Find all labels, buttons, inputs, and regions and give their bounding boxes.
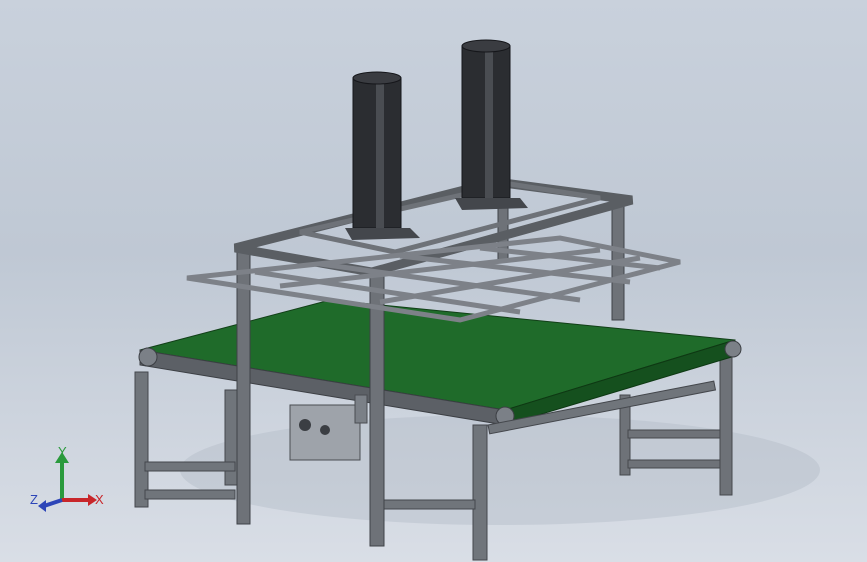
conveyor-press-assembly[interactable]: Y X Z [0,0,867,562]
z-axis-arrow [43,498,63,508]
y-axis-label: Y [58,444,67,459]
coordinate-triad: Y X Z [30,444,104,512]
x-axis-label: X [95,492,104,507]
z-axis-label: Z [30,492,38,507]
press-cylinder-left[interactable] [345,71,420,240]
cad-viewport[interactable]: Y X Z [0,0,867,562]
gear-motor[interactable] [289,394,368,461]
